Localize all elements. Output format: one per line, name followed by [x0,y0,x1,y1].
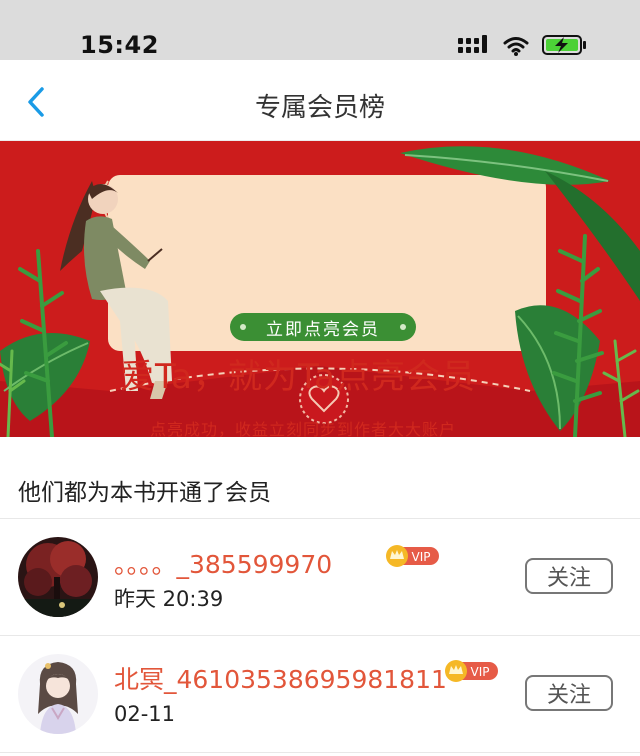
avatar-image [18,654,98,734]
status-bar: 15:42 [0,0,640,60]
member-time: 02-11 [114,702,176,726]
svg-text:VIP: VIP [412,550,431,564]
status-time: 15:42 [80,31,159,59]
signal-icon [458,35,487,53]
avatar-image [18,537,98,617]
follow-button[interactable]: 关注 [525,558,613,594]
member-name[interactable]: 。。。。_385599970 [114,545,332,581]
status-icons [458,35,586,56]
member-name[interactable]: 北冥_46103538695981811 [114,660,447,696]
avatar[interactable] [18,537,98,617]
banner-subtext: 点亮成功，收益立刻同步到作者大大账户 [150,420,457,437]
page-title: 专属会员榜 [254,93,385,123]
nav-bar: 专属会员榜 [0,60,640,141]
battery-charging-icon [542,35,586,55]
list-item[interactable]: 北冥_46103538695981811 VIP 02-11 关注 [0,636,640,752]
wifi-icon [503,37,529,56]
banner-headline: 爱Ta，就为Ta点亮会员 [120,357,476,397]
membership-banner[interactable]: 爱Ta，就为Ta点亮会员 点亮成功，收益立刻同步到作者大大账户 [0,141,640,437]
divider [0,752,640,753]
section-title: 他们都为本书开通了会员 [18,480,271,506]
list-item[interactable]: 。。。。_385599970 VIP 昨天 20:39 关注 [0,519,640,635]
vip-badge: VIP [445,660,498,682]
avatar[interactable] [18,654,98,734]
activate-membership-button[interactable]: 立即点亮会员 [230,313,416,341]
vip-badge: VIP [386,545,439,567]
svg-text:VIP: VIP [471,665,490,679]
member-time: 昨天 20:39 [114,587,224,611]
follow-button[interactable]: 关注 [525,675,613,711]
